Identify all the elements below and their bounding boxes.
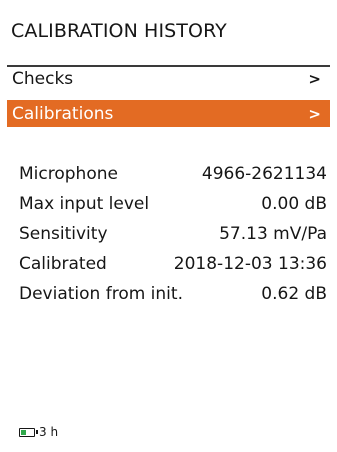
menu-item-label: Checks bbox=[12, 69, 74, 89]
max-input-level-value: 0.00 dB bbox=[261, 194, 327, 214]
battery-status: 3 h bbox=[19, 425, 58, 439]
battery-icon bbox=[19, 427, 38, 437]
info-row-sensitivity: Sensitivity 57.13 mV/Pa bbox=[19, 224, 327, 254]
microphone-value: 4966-2621134 bbox=[201, 164, 327, 184]
info-row-max-input-level: Max input level 0.00 dB bbox=[19, 194, 327, 224]
battery-fill bbox=[21, 429, 26, 435]
page-title: CALIBRATION HISTORY bbox=[11, 20, 227, 42]
battery-tip bbox=[36, 429, 38, 434]
max-input-level-label: Max input level bbox=[19, 194, 150, 214]
menu-item-label: Calibrations bbox=[12, 103, 114, 124]
deviation-label: Deviation from init. bbox=[19, 284, 183, 304]
info-row-calibrated: Calibrated 2018-12-03 13:36 bbox=[19, 254, 327, 284]
menu-item-calibrations[interactable]: Calibrations > bbox=[7, 100, 330, 127]
calibrated-label: Calibrated bbox=[19, 254, 107, 274]
chevron-right-icon: > bbox=[308, 104, 321, 123]
sensitivity-value: 57.13 mV/Pa bbox=[219, 224, 327, 244]
info-row-deviation: Deviation from init. 0.62 dB bbox=[19, 284, 327, 314]
microphone-label: Microphone bbox=[19, 164, 118, 184]
deviation-value: 0.62 dB bbox=[261, 284, 327, 304]
chevron-right-icon: > bbox=[308, 70, 321, 88]
info-row-microphone: Microphone 4966-2621134 bbox=[19, 164, 327, 194]
sensitivity-label: Sensitivity bbox=[19, 224, 108, 244]
calibration-history-screen: CALIBRATION HISTORY Checks > Calibration… bbox=[0, 0, 337, 452]
calibrated-value: 2018-12-03 13:36 bbox=[173, 254, 327, 274]
battery-time: 3 h bbox=[39, 425, 59, 439]
calibration-details: Microphone 4966-2621134 Max input level … bbox=[19, 164, 327, 314]
menu-item-checks[interactable]: Checks > bbox=[7, 65, 330, 91]
